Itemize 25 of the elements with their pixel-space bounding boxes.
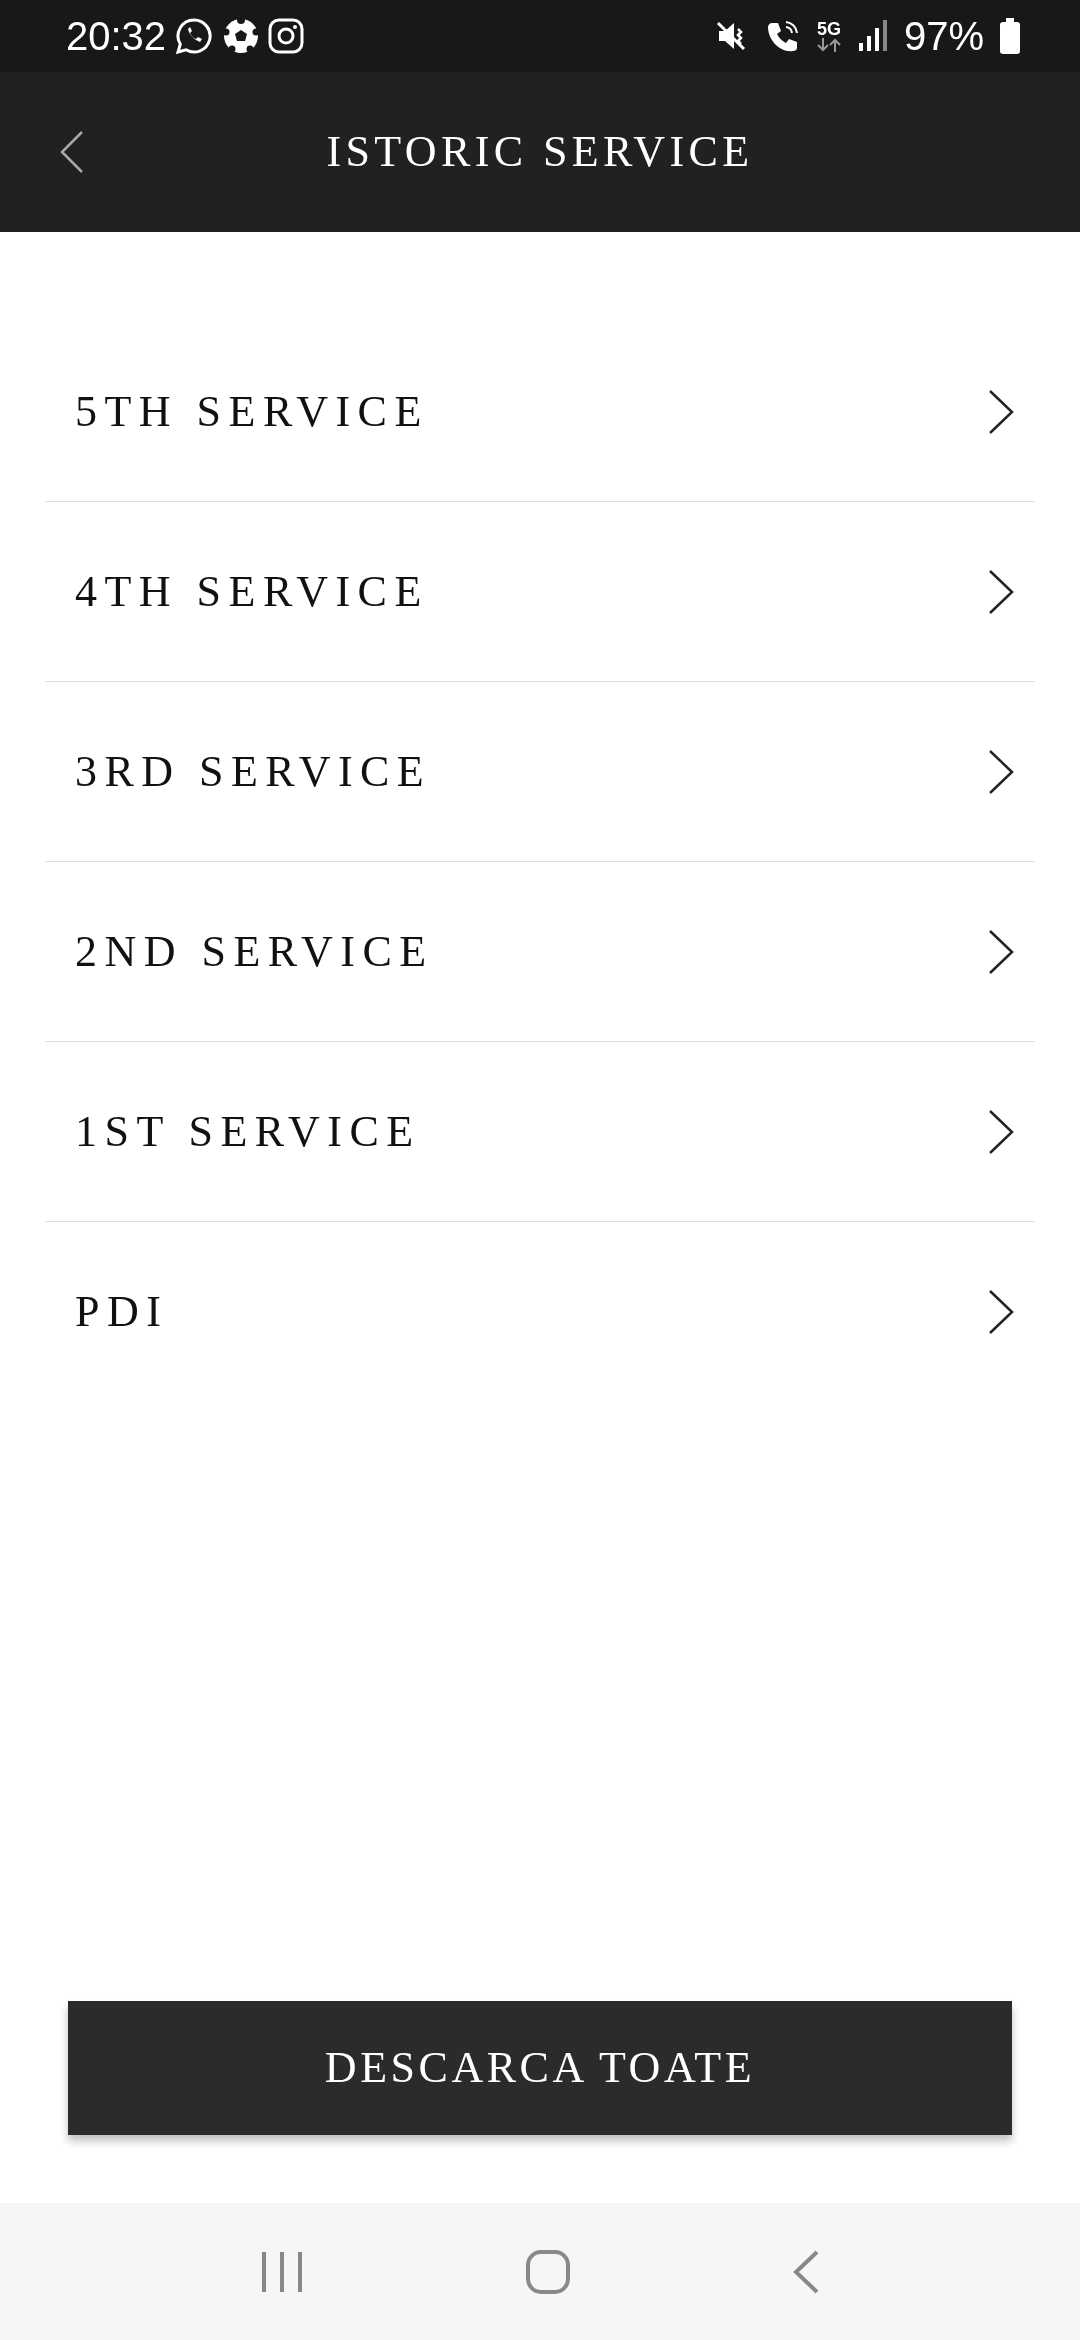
back-icon bbox=[60, 130, 84, 174]
network-type: 5G bbox=[816, 20, 841, 38]
data-arrows-icon bbox=[815, 38, 842, 52]
recent-apps-button[interactable] bbox=[260, 2249, 305, 2294]
chevron-right-icon bbox=[987, 748, 1015, 795]
page-title: ISTORIC SERVICE bbox=[326, 126, 754, 178]
download-all-button[interactable]: DESCARCA TOATE bbox=[68, 2001, 1012, 2135]
battery-percent: 97% bbox=[903, 13, 984, 60]
home-icon bbox=[525, 2248, 571, 2295]
status-time: 20:32 bbox=[66, 13, 167, 60]
home-button[interactable] bbox=[525, 2248, 571, 2295]
phone-icon bbox=[765, 19, 800, 53]
back-nav-button[interactable] bbox=[791, 2248, 820, 2295]
battery-icon bbox=[1000, 18, 1020, 54]
chevron-right-icon bbox=[987, 928, 1015, 975]
chevron-right-icon bbox=[987, 1289, 1015, 1335]
camera-icon bbox=[268, 18, 305, 54]
recent-apps-icon bbox=[260, 2249, 305, 2294]
chevron-right-icon bbox=[987, 388, 1015, 435]
chat-bubble-icon bbox=[174, 16, 215, 56]
signal-icon bbox=[857, 19, 888, 53]
soccer-ball-icon bbox=[222, 17, 261, 55]
chevron-right-icon bbox=[987, 1108, 1015, 1155]
back-icon bbox=[791, 2248, 820, 2295]
chevron-right-icon bbox=[987, 568, 1015, 615]
